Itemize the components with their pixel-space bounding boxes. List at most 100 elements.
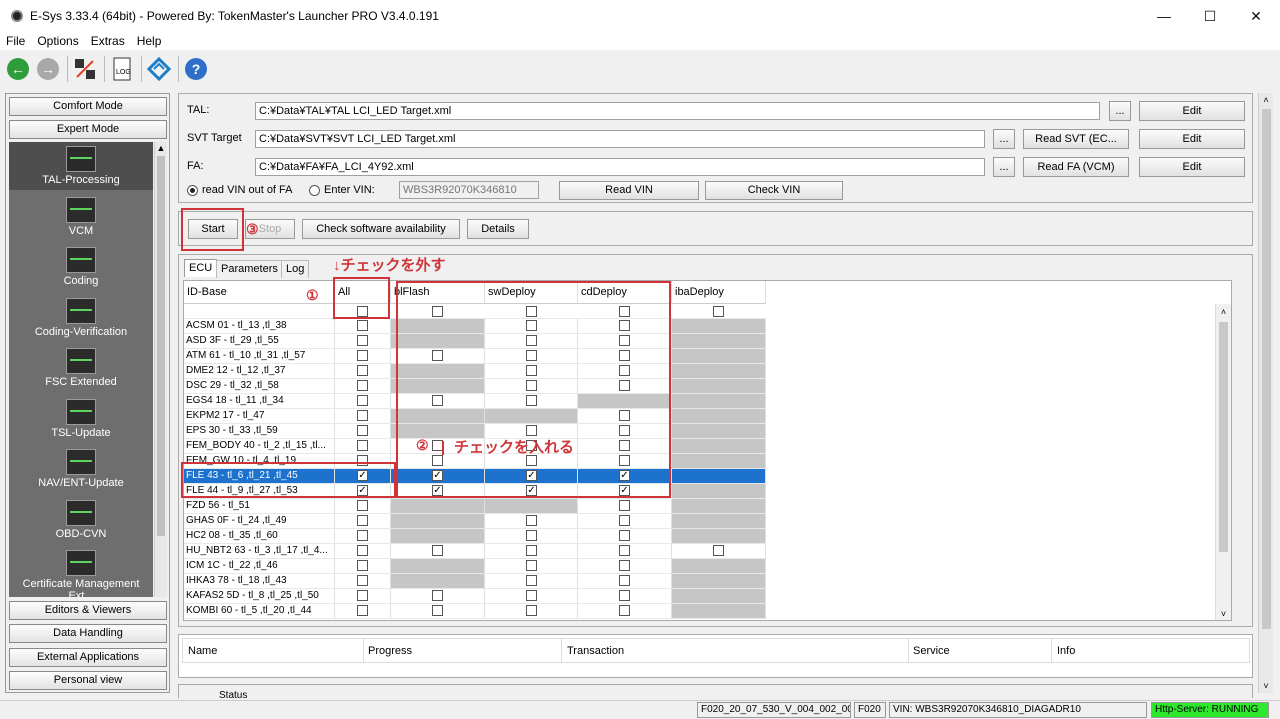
nav-tal-processing[interactable]: TAL-Processing <box>9 142 153 190</box>
nav-coding[interactable]: Coding <box>9 243 153 291</box>
data-handling-button[interactable]: Data Handling <box>9 624 167 643</box>
all-checkbox[interactable] <box>357 335 368 346</box>
nav-tsl-update[interactable]: TSL-Update <box>9 395 153 443</box>
log-button[interactable]: LOG <box>109 56 135 82</box>
tab-ecu[interactable]: ECU <box>184 259 218 277</box>
sw-checkbox[interactable] <box>526 560 537 571</box>
external-applications-button[interactable]: External Applications <box>9 648 167 667</box>
nav-fsc-extended[interactable]: FSC Extended <box>9 344 153 392</box>
table-row[interactable]: KAFAS2 5D - tl_8 ,tl_25 ,tl_50 <box>184 589 768 604</box>
bl-checkbox[interactable] <box>432 590 443 601</box>
cd-checkbox[interactable] <box>619 560 630 571</box>
main-scroll-thumb[interactable] <box>1262 109 1271 629</box>
sw-checkbox[interactable] <box>526 575 537 586</box>
table-row[interactable]: FZD 56 - tl_51 <box>184 499 768 514</box>
tab-parameters[interactable]: Parameters <box>216 260 283 278</box>
all-checkbox[interactable] <box>357 605 368 616</box>
table-row[interactable]: IHKA3 78 - tl_18 ,tl_43 <box>184 574 768 589</box>
progress-col-service[interactable]: Service <box>913 645 950 657</box>
cd-checkbox[interactable] <box>619 605 630 616</box>
forward-button[interactable]: → <box>35 56 61 82</box>
tal-edit-button[interactable]: Edit <box>1139 101 1245 121</box>
nav-coding-verification[interactable]: Coding-Verification <box>9 294 153 342</box>
cd-checkbox[interactable] <box>619 500 630 511</box>
scroll-up-icon[interactable]: ˄ <box>1216 307 1231 317</box>
read-vin-button[interactable]: Read VIN <box>559 181 699 200</box>
all-checkbox[interactable] <box>357 425 368 436</box>
ibadeploy-select-checkbox[interactable] <box>713 306 724 317</box>
all-checkbox[interactable] <box>357 500 368 511</box>
bl-checkbox[interactable] <box>432 545 443 556</box>
all-checkbox[interactable] <box>357 350 368 361</box>
table-row[interactable]: HC2 08 - tl_35 ,tl_60 <box>184 529 768 544</box>
all-checkbox[interactable] <box>357 320 368 331</box>
all-checkbox[interactable] <box>357 395 368 406</box>
table-row[interactable]: ICM 1C - tl_22 ,tl_46 <box>184 559 768 574</box>
iba-checkbox[interactable] <box>713 545 724 556</box>
expert-mode-button[interactable]: Expert Mode <box>9 120 167 139</box>
all-checkbox[interactable] <box>357 590 368 601</box>
col-header-ibadeploy[interactable]: ibaDeploy <box>672 281 766 304</box>
read-svt-button[interactable]: Read SVT (EC... <box>1023 129 1129 149</box>
progress-col-info[interactable]: Info <box>1057 645 1075 657</box>
ecu-scroll-thumb[interactable] <box>1219 322 1228 552</box>
all-checkbox[interactable] <box>357 575 368 586</box>
svt-edit-button[interactable]: Edit <box>1139 129 1245 149</box>
fa-browse-button[interactable]: ... <box>993 157 1015 177</box>
close-button[interactable]: ✕ <box>1233 0 1279 32</box>
details-button[interactable]: Details <box>467 219 529 239</box>
svt-path-field[interactable]: C:¥Data¥SVT¥SVT LCI_LED Target.xml <box>255 130 985 148</box>
all-checkbox[interactable] <box>357 560 368 571</box>
menu-extras[interactable]: Extras <box>85 34 131 48</box>
maximize-button[interactable]: ☐ <box>1187 0 1233 32</box>
nav-vcm[interactable]: VCM <box>9 193 153 241</box>
editors-viewers-button[interactable]: Editors & Viewers <box>9 601 167 620</box>
all-checkbox[interactable] <box>357 530 368 541</box>
svt-browse-button[interactable]: ... <box>993 129 1015 149</box>
tal-browse-button[interactable]: ... <box>1109 101 1131 121</box>
menu-help[interactable]: Help <box>131 34 168 48</box>
scroll-down-icon[interactable]: ˅ <box>1216 609 1231 619</box>
fa-path-field[interactable]: C:¥Data¥FA¥FA_LCI_4Y92.xml <box>255 158 985 176</box>
sw-checkbox[interactable] <box>526 605 537 616</box>
nav-obd-cvn[interactable]: OBD-CVN <box>9 496 153 544</box>
minimize-button[interactable]: — <box>1141 0 1187 32</box>
sw-checkbox[interactable] <box>526 530 537 541</box>
nav-scroll-thumb[interactable] <box>157 156 165 536</box>
read-fa-button[interactable]: Read FA (VCM) <box>1023 157 1129 177</box>
check-software-button[interactable]: Check software availability <box>302 219 460 239</box>
table-row[interactable]: HU_NBT2 63 - tl_3 ,tl_17 ,tl_4... <box>184 544 768 559</box>
cd-checkbox[interactable] <box>619 515 630 526</box>
scroll-up-icon[interactable]: ˄ <box>1259 95 1273 105</box>
personal-view-button[interactable]: Personal view <box>9 671 167 690</box>
fa-edit-button[interactable]: Edit <box>1139 157 1245 177</box>
cd-checkbox[interactable] <box>619 530 630 541</box>
radio-vin-from-fa[interactable] <box>187 185 198 196</box>
table-row[interactable]: KOMBI 60 - tl_5 ,tl_20 ,tl_44 <box>184 604 768 619</box>
all-checkbox[interactable] <box>357 545 368 556</box>
cd-checkbox[interactable] <box>619 590 630 601</box>
tab-log[interactable]: Log <box>281 260 310 278</box>
cd-checkbox[interactable] <box>619 575 630 586</box>
scroll-down-icon[interactable]: ˅ <box>1259 681 1273 691</box>
nav-scrollbar[interactable]: ▲ <box>154 142 167 597</box>
main-scrollbar[interactable]: ˄ ˅ <box>1258 93 1273 693</box>
comfort-mode-button[interactable]: Comfort Mode <box>9 97 167 116</box>
all-checkbox[interactable] <box>357 365 368 376</box>
back-button[interactable]: ← <box>5 56 31 82</box>
connect-button[interactable] <box>72 56 98 82</box>
progress-col-transaction[interactable]: Transaction <box>567 645 624 657</box>
cd-checkbox[interactable] <box>619 545 630 556</box>
nav-nav-ent-update[interactable]: NAV/ENT-Update <box>9 445 153 493</box>
progress-col-name[interactable]: Name <box>188 645 217 657</box>
tal-path-field[interactable]: C:¥Data¥TAL¥TAL LCI_LED Target.xml <box>255 102 1100 120</box>
menu-options[interactable]: Options <box>31 34 84 48</box>
launcher-button[interactable] <box>146 56 172 82</box>
sw-checkbox[interactable] <box>526 590 537 601</box>
bl-checkbox[interactable] <box>432 605 443 616</box>
ecu-table-scrollbar[interactable]: ˄ ˅ <box>1215 304 1231 620</box>
progress-col-progress[interactable]: Progress <box>368 645 412 657</box>
radio-enter-vin[interactable] <box>309 185 320 196</box>
scroll-up-icon[interactable]: ▲ <box>155 142 167 154</box>
all-checkbox[interactable] <box>357 440 368 451</box>
